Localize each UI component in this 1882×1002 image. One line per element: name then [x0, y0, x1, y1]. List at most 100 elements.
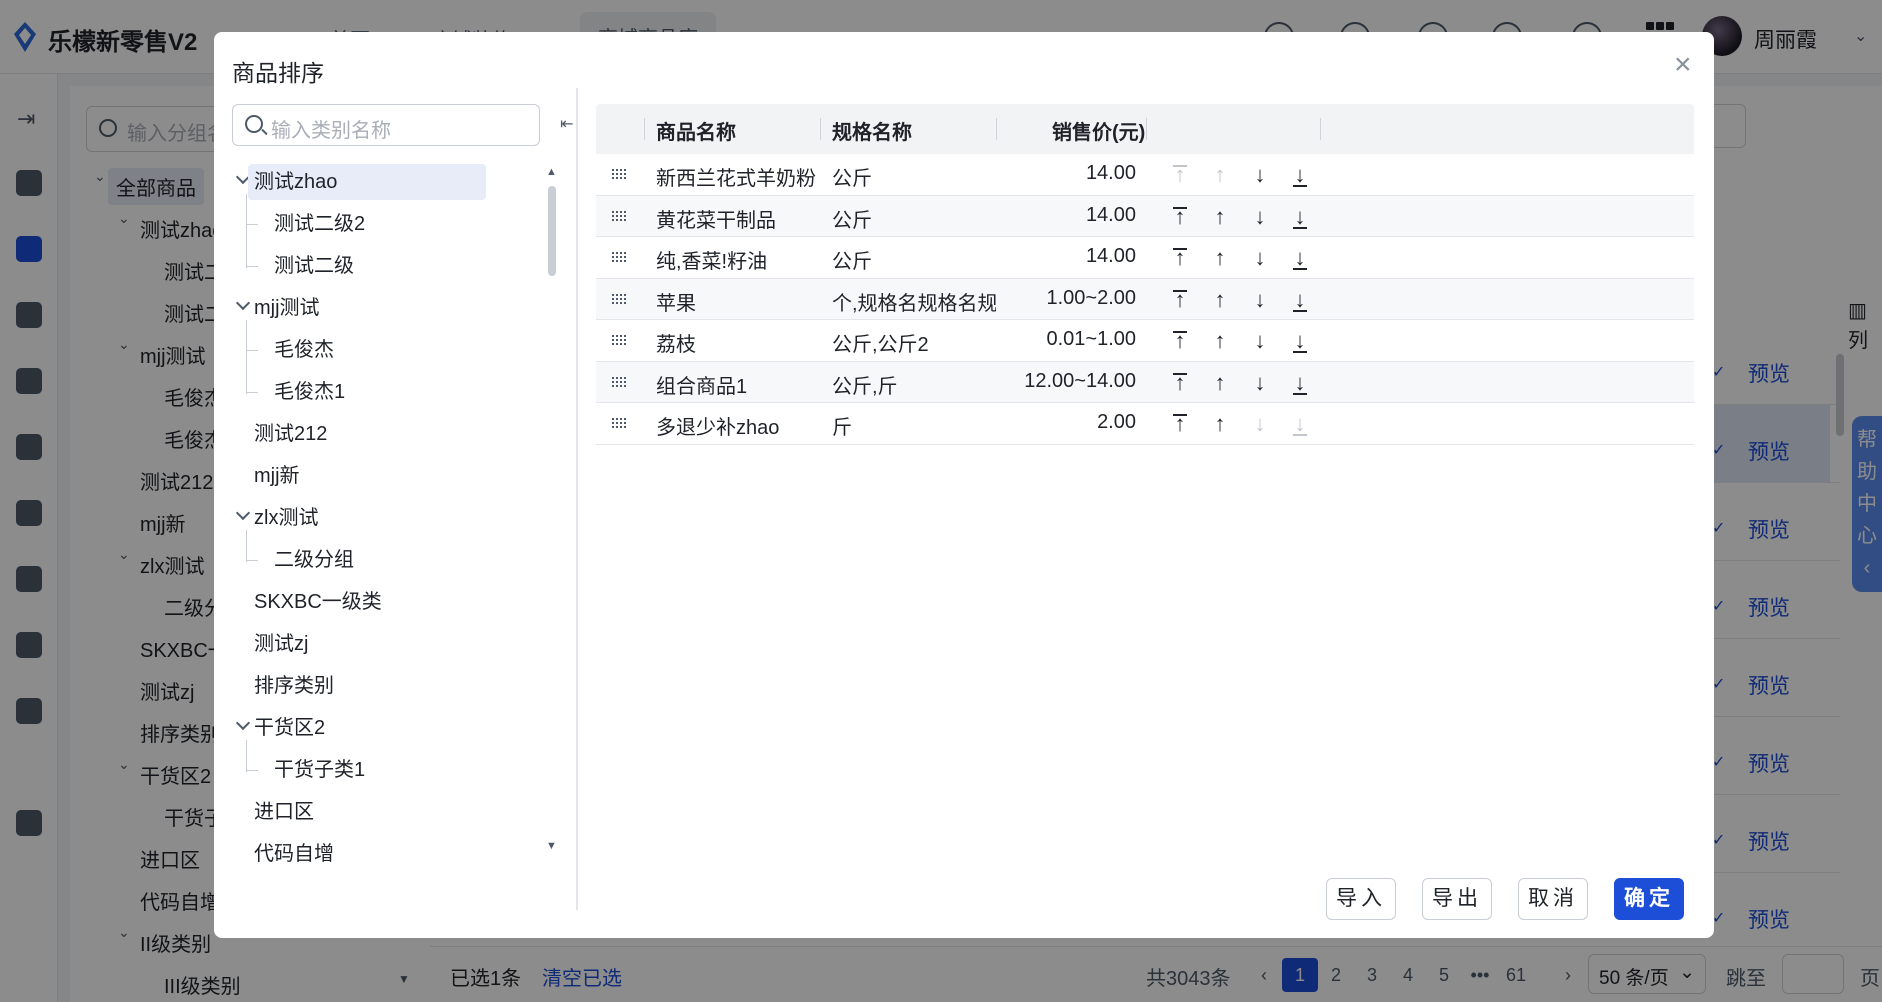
chevron-down-icon[interactable]: [235, 505, 251, 521]
move-up-icon[interactable]: ↑: [1208, 370, 1232, 396]
move-up-icon[interactable]: ↑: [1208, 287, 1232, 313]
drag-handle-icon[interactable]: [612, 376, 628, 389]
sale-price: 14.00: [1085, 203, 1136, 226]
search-icon: [245, 115, 263, 133]
drag-handle-icon[interactable]: [612, 293, 628, 306]
column-separator: [644, 118, 645, 140]
move-to-bottom-icon[interactable]: ↓: [1288, 328, 1312, 354]
spec-name: 公斤,公斤2: [832, 334, 929, 356]
tree-guide: [246, 740, 247, 772]
move-up-icon: ↑: [1214, 162, 1226, 187]
move-to-top-icon[interactable]: ↑: [1168, 370, 1192, 396]
spec-name: 公斤: [832, 209, 872, 232]
product-name: 荔枝: [656, 334, 696, 356]
drag-handle-icon[interactable]: [612, 169, 628, 181]
move-to-bottom-icon[interactable]: ↓: [1288, 370, 1312, 396]
move-up-icon[interactable]: ↑: [1208, 204, 1232, 230]
sale-price: 14.00: [1085, 162, 1136, 184]
column-header-spec-name: 规格名称: [832, 122, 912, 144]
tree-item[interactable]: 二级分组: [274, 542, 354, 578]
export-button[interactable]: 导出: [1422, 878, 1492, 920]
move-to-top-icon[interactable]: ↑: [1168, 411, 1192, 437]
table-row: 新西兰花式羊奶粉 公斤 14.00 ↑ ↑ ↓ ↓: [596, 154, 1694, 196]
drag-handle-icon[interactable]: [612, 418, 628, 430]
move-to-top-icon[interactable]: ↑: [1168, 287, 1192, 313]
move-up-icon[interactable]: ↑: [1208, 411, 1232, 437]
category-tree: 测试zhao 测试二级2 测试二级 mjj测试毛俊杰毛俊杰1 测试212 mjj新 zlx测…: [232, 160, 554, 888]
drag-handle-icon[interactable]: [612, 335, 628, 347]
move-to-bottom-icon[interactable]: ↓: [1288, 162, 1312, 188]
tree-scrollbar[interactable]: [548, 186, 556, 276]
tree-guide: [246, 770, 258, 771]
tree-item[interactable]: 排序类别: [254, 668, 334, 704]
table-row: 组合商品1 公斤,斤 12.00~14.00 ↑ ↑ ↓ ↓: [596, 361, 1694, 403]
column-header-product-name: 商品名称: [656, 122, 736, 144]
sale-price: 14.00: [1085, 245, 1136, 267]
move-to-bottom-icon[interactable]: ↓: [1288, 287, 1312, 313]
scroll-down-icon[interactable]: ▼: [546, 840, 557, 852]
tree-item[interactable]: 干货区2: [254, 710, 325, 746]
tree-guide: [246, 392, 258, 393]
move-to-top-icon[interactable]: ↑: [1168, 245, 1192, 271]
product-name: 新西兰花式羊奶粉: [656, 168, 816, 190]
table-header: 商品名称 规格名称 销售价(元): [596, 104, 1694, 154]
tree-guide: [246, 560, 258, 561]
tree-item[interactable]: SKXBC一级类: [254, 584, 382, 620]
tree-item[interactable]: 测试212: [254, 416, 327, 452]
tree-item[interactable]: 毛俊杰: [274, 332, 334, 368]
column-separator: [1146, 118, 1147, 140]
drag-handle-icon[interactable]: [612, 210, 628, 223]
product-name: 黄花菜干制品: [656, 209, 776, 232]
tree-item[interactable]: 进口区: [254, 794, 314, 830]
tree-item[interactable]: mjj新: [254, 458, 300, 494]
move-to-top-icon[interactable]: ↑: [1168, 204, 1192, 230]
move-to-bottom-icon[interactable]: ↓: [1288, 245, 1312, 271]
tree-item[interactable]: 干货子类1: [274, 752, 365, 788]
drag-handle-icon[interactable]: [612, 252, 628, 264]
panel-divider[interactable]: [576, 88, 578, 910]
move-down-icon[interactable]: ↓: [1248, 204, 1272, 230]
table-row: 多退少补zhao 斤 2.00 ↑ ↑ ↓ ↓: [596, 403, 1694, 445]
spec-name: 公斤: [832, 251, 872, 273]
column-separator: [996, 118, 997, 140]
move-down-icon[interactable]: ↓: [1248, 370, 1272, 396]
spec-name: 公斤: [832, 168, 872, 190]
column-separator: [820, 118, 821, 140]
sale-price: 0.01~1.00: [1046, 328, 1136, 350]
sale-price: 1.00~2.00: [1046, 286, 1136, 309]
table-row: 荔枝 公斤,公斤2 0.01~1.00 ↑ ↑ ↓ ↓: [596, 320, 1694, 362]
product-name: 苹果: [656, 292, 696, 315]
chevron-down-icon[interactable]: [235, 295, 251, 311]
cancel-button[interactable]: 取消: [1518, 878, 1588, 920]
tree-item[interactable]: 测试zj: [254, 626, 308, 662]
move-down-icon[interactable]: ↓: [1248, 162, 1272, 188]
tree-guide: [246, 194, 247, 268]
move-to-top-icon[interactable]: ↑: [1168, 328, 1192, 354]
tree-item[interactable]: 测试二级2: [274, 206, 365, 242]
tree-guide: [246, 350, 258, 351]
move-down-icon[interactable]: ↓: [1248, 328, 1272, 354]
tree-item[interactable]: mjj测试: [254, 290, 320, 326]
tree-item[interactable]: 代码自增: [254, 836, 334, 872]
tree-item[interactable]: zlx测试: [254, 500, 318, 536]
tree-item[interactable]: 测试二级: [274, 248, 354, 284]
move-up-icon[interactable]: ↑: [1208, 245, 1232, 271]
tree-guide: [246, 224, 258, 225]
move-down-icon[interactable]: ↓: [1248, 245, 1272, 271]
scroll-up-icon[interactable]: ▲: [546, 166, 557, 178]
import-button[interactable]: 导入: [1326, 878, 1396, 920]
move-down-icon[interactable]: ↓: [1248, 287, 1272, 313]
chevron-down-icon[interactable]: [235, 715, 251, 731]
confirm-button[interactable]: 确定: [1614, 878, 1684, 920]
move-to-bottom-icon[interactable]: ↓: [1288, 204, 1312, 230]
move-up-icon[interactable]: ↑: [1208, 328, 1232, 354]
close-icon[interactable]: ×: [1674, 50, 1692, 80]
tree-item[interactable]: 毛俊杰1: [274, 374, 345, 410]
move-to-bottom-icon: ↓: [1288, 411, 1312, 437]
spec-name: 个,规格名规格名规格名: [832, 292, 996, 315]
table-row: 黄花菜干制品 公斤 14.00 ↑ ↑ ↓ ↓: [596, 195, 1694, 237]
spec-name: 公斤,斤: [832, 375, 898, 398]
category-search-input[interactable]: 输入类别名称: [232, 104, 540, 146]
tree-item[interactable]: 测试zhao: [248, 164, 486, 200]
move-to-top-icon: ↑: [1168, 162, 1192, 188]
